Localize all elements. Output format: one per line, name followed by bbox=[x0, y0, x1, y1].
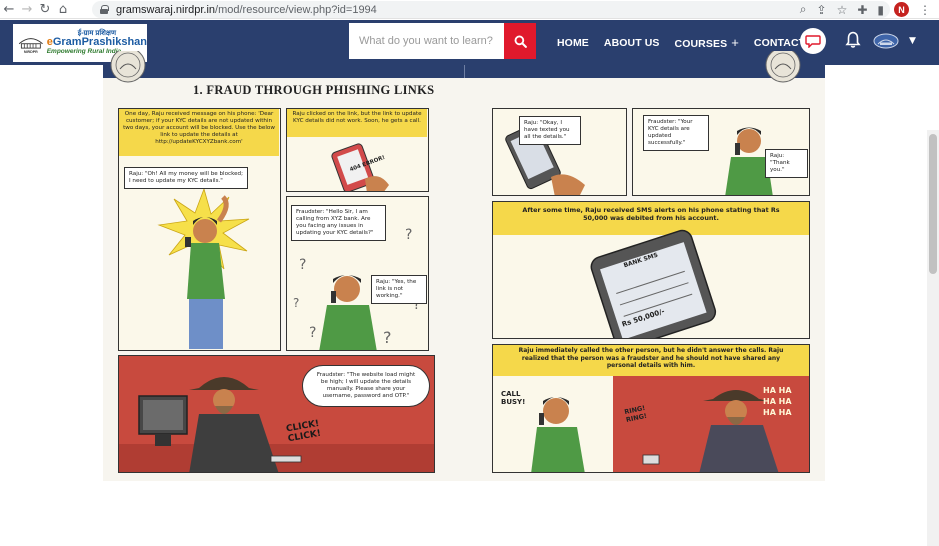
zoom-icon[interactable]: ⌕ bbox=[800, 2, 807, 17]
forward-icon[interactable]: → bbox=[18, 0, 36, 19]
svg-text:?: ? bbox=[383, 328, 392, 347]
panel8-sfx-laugh: HA HA HA HA HA HA bbox=[763, 386, 792, 418]
menu-kebab-icon[interactable]: ⋮ bbox=[919, 3, 931, 17]
share-icon[interactable]: ⇪ bbox=[817, 3, 827, 17]
scrollbar-thumb[interactable] bbox=[929, 134, 937, 274]
svg-text:?: ? bbox=[299, 257, 306, 273]
nav-courses[interactable]: COURSES + bbox=[675, 35, 739, 50]
emblem-label: NIRDPR bbox=[24, 50, 38, 54]
search-input[interactable] bbox=[349, 23, 504, 59]
panel5-speech-bubble: Raju: "Okay, I have texted you all the d… bbox=[519, 116, 581, 145]
bookmark-star-icon[interactable]: ☆ bbox=[837, 3, 848, 17]
panel1-caption: One day, Raju received message on his ph… bbox=[119, 109, 279, 156]
lock-icon bbox=[100, 5, 109, 14]
comic-panel-1: One day, Raju received message on his ph… bbox=[118, 108, 281, 351]
svg-text:?: ? bbox=[309, 325, 316, 341]
sidepanel-icon[interactable]: ▮ bbox=[877, 3, 884, 17]
panel3-fraudster-bubble: Fraudster: "Hello Sir, I am calling from… bbox=[291, 205, 386, 241]
notification-bell-icon[interactable] bbox=[845, 31, 861, 49]
comic-panel-5: Raju: "Okay, I have texted you all the d… bbox=[492, 108, 627, 196]
svg-text:?: ? bbox=[293, 296, 299, 310]
panel6-fraudster-bubble: Fraudster: "Your KYC details are updated… bbox=[643, 115, 709, 151]
comic-panel-4: Fraudster: "The website load might be hi… bbox=[118, 355, 435, 473]
panel8-sfx-call-busy: CALL BUSY! bbox=[501, 390, 526, 407]
nav-home[interactable]: HOME bbox=[557, 37, 589, 49]
comic-title: 1. FRAUD THROUGH PHISHING LINKS bbox=[193, 83, 435, 97]
comic-panel-2: Raju clicked on the link, but the link t… bbox=[286, 108, 429, 192]
home-icon[interactable]: ⌂ bbox=[54, 0, 72, 19]
panel4-speech-bubble: Fraudster: "The website load might be hi… bbox=[302, 365, 430, 407]
chat-bubble-icon bbox=[805, 35, 821, 48]
extensions-icon[interactable]: ✚ bbox=[857, 3, 867, 17]
bank-seal-left-icon bbox=[110, 51, 146, 83]
chevron-down-icon[interactable]: ▼ bbox=[909, 36, 916, 46]
comic-panel-7: After some time, Raju received SMS alert… bbox=[492, 201, 810, 339]
address-bar[interactable]: gramswaraj.nirdpr.in/mod/resource/view.p… bbox=[92, 1, 890, 18]
url-host: gramswaraj.nirdpr.in bbox=[116, 3, 216, 16]
nav-about-us[interactable]: ABOUT US bbox=[604, 37, 660, 49]
panel3-raju-bubble: Raju: "Yes, the link is not working." bbox=[371, 275, 427, 304]
resource-viewer: 1. FRAUD THROUGH PHISHING LINKS One day,… bbox=[0, 51, 939, 546]
user-avatar[interactable] bbox=[873, 33, 899, 49]
comic-panel-3: ? ? ? ? ? ? Fraudster: "Hello Sir, I am … bbox=[286, 196, 429, 351]
svg-text:?: ? bbox=[405, 227, 412, 243]
nirdpr-emblem-icon: NIRDPR bbox=[18, 38, 43, 54]
panel2-caption: Raju clicked on the link, but the link t… bbox=[287, 109, 427, 137]
profile-avatar[interactable]: N bbox=[894, 2, 909, 17]
comic-panel-6: Fraudster: "Your KYC details are updated… bbox=[632, 108, 810, 196]
search-icon bbox=[514, 35, 527, 48]
panel7-caption: After some time, Raju received SMS alert… bbox=[522, 206, 780, 222]
back-icon[interactable]: ← bbox=[0, 0, 18, 19]
comic-panel-8: Raju immediately called the other person… bbox=[492, 344, 810, 473]
page-scrollbar[interactable] bbox=[927, 130, 939, 546]
plus-icon: + bbox=[731, 35, 739, 50]
band-divider bbox=[464, 65, 465, 78]
reload-icon[interactable]: ↻ bbox=[36, 0, 54, 19]
bank-seal-right-icon bbox=[765, 51, 801, 83]
panel6-raju-bubble: Raju: "Thank you." bbox=[765, 149, 808, 178]
panel1-speech-bubble: Raju: "Oh! All my money will be blocked;… bbox=[124, 167, 248, 189]
url-path: /mod/resource/view.php?id=1994 bbox=[215, 3, 377, 16]
search-button[interactable] bbox=[504, 23, 536, 59]
browser-toolbar: ← → ↻ ⌂ gramswaraj.nirdpr.in/mod/resourc… bbox=[0, 0, 939, 19]
panel8-caption: Raju immediately called the other person… bbox=[518, 347, 784, 369]
comic-page: 1. FRAUD THROUGH PHISHING LINKS One day,… bbox=[103, 51, 825, 481]
search-box bbox=[349, 23, 536, 59]
